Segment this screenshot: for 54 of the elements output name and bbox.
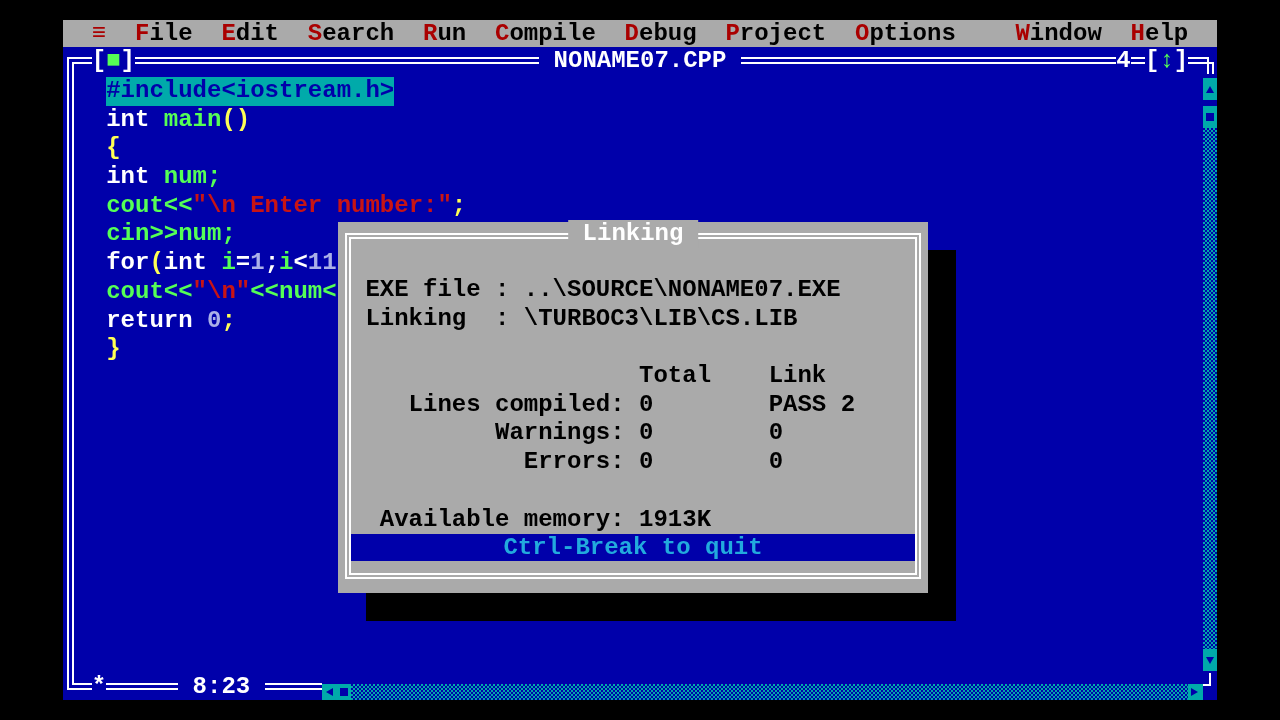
code-line: cout<<"\n"<<num<: [106, 277, 337, 307]
dialog-title: Linking: [568, 220, 698, 248]
separator-text: :: [495, 276, 510, 305]
menu-item[interactable]: Run: [408, 20, 481, 47]
code-line: cin>>num;: [106, 220, 236, 250]
menu-item[interactable]: Debug: [610, 20, 711, 47]
info-label: EXE file: [365, 276, 482, 305]
info-value: ..\SOURCE\NONAME07.EXE: [523, 276, 841, 305]
window-number: 4: [1116, 47, 1131, 74]
menu-item[interactable]: Help: [1116, 20, 1203, 47]
stat-label: Warnings:: [494, 419, 625, 449]
menu-item[interactable]: Options: [840, 20, 971, 47]
scroll-right-button[interactable]: [1188, 684, 1203, 700]
menu-item[interactable]: Window: [1001, 20, 1117, 47]
code-line: int num;: [106, 163, 222, 192]
arrow-down-icon: [1204, 655, 1215, 665]
scroll-up-button[interactable]: [1202, 78, 1217, 100]
window-title: NONAME07.CPP: [552, 47, 728, 74]
separator-text: :: [495, 304, 510, 334]
column-header: Link: [768, 362, 827, 391]
arrow-up-icon: [1204, 84, 1215, 94]
code-line: for(int i=1;i<11: [106, 249, 337, 278]
cursor-position: 8:23: [191, 673, 252, 700]
stat-value: 0: [768, 448, 784, 477]
menu-item[interactable]: Edit: [207, 20, 294, 47]
stat-label: Lines compiled:: [407, 390, 625, 420]
modified-indicator: *: [91, 673, 107, 700]
stat-value: 0: [768, 419, 784, 449]
close-button[interactable]: [■]: [91, 47, 135, 74]
stat-value: 0: [639, 390, 655, 420]
code-line: cout<<"\n Enter number:";: [106, 191, 467, 221]
memory-label: Available memory:: [379, 505, 625, 535]
scroll-left-button[interactable]: [322, 684, 337, 700]
status-bar: Ctrl-Break to quit: [351, 534, 915, 562]
code-line: int main(): [106, 105, 251, 135]
menu-item[interactable]: Compile: [480, 20, 611, 47]
code-line: }: [106, 335, 121, 364]
zoom-button[interactable]: [↕]: [1145, 47, 1189, 74]
stat-label: Errors:: [522, 448, 625, 477]
stat-value: 0: [639, 448, 655, 477]
menu-item[interactable]: Search: [293, 20, 409, 47]
arrow-left-icon: [324, 687, 335, 697]
stat-value: PASS 2: [768, 390, 856, 420]
memory-value: 1913K: [639, 505, 712, 535]
menu-item[interactable]: Project: [711, 20, 841, 47]
menu-item[interactable]: File: [120, 20, 207, 47]
column-header: Total: [639, 362, 713, 391]
code-line: {: [106, 134, 121, 164]
scroll-down-button[interactable]: [1202, 649, 1217, 671]
stat-value: 0: [639, 419, 655, 449]
info-label: Linking: [365, 304, 468, 334]
scrollbar-thumb[interactable]: [1202, 106, 1217, 128]
code-line: return 0;: [106, 306, 236, 336]
info-value: \TURBOC3\LIB\CS.LIB: [523, 304, 798, 334]
